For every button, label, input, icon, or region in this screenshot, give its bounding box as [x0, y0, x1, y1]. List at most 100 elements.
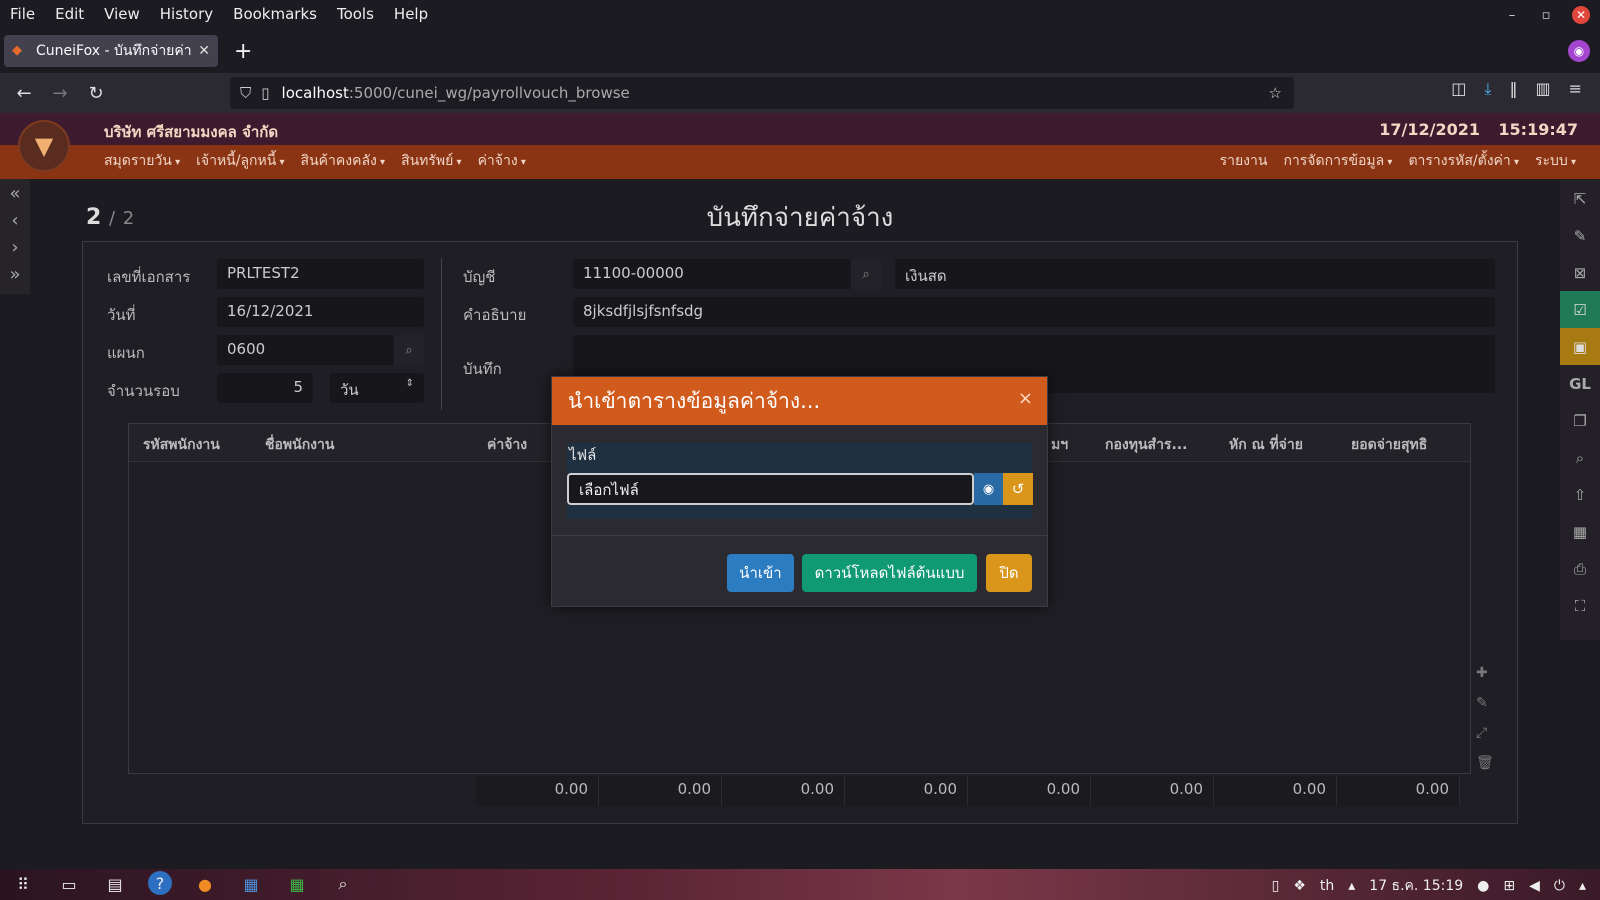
dept-field[interactable]: 0600 — [217, 335, 394, 365]
search-doc-icon[interactable]: ⌕ — [1560, 439, 1600, 476]
tray-up-icon[interactable]: ▴ — [1348, 878, 1355, 894]
last-record-icon[interactable]: » — [9, 264, 20, 285]
print-icon[interactable]: ⎙ — [1560, 550, 1600, 587]
menu-bookmarks[interactable]: Bookmarks — [223, 0, 327, 30]
date-field[interactable]: 16/12/2021 — [217, 297, 424, 327]
download-template-button[interactable]: ดาวน์โหลดไฟล์ต้นแบบ — [802, 554, 977, 592]
extension-mask-icon[interactable]: ◉ — [1568, 40, 1590, 62]
apps-grid-icon[interactable]: ⠿ — [10, 871, 36, 897]
menu-ap-ar[interactable]: เจ้าหนี้/ลูกหนี้ — [196, 150, 284, 172]
eye-icon[interactable]: ◉ — [974, 473, 1003, 505]
menu-payroll[interactable]: ค่าจ้าง — [478, 150, 526, 172]
firefox-icon[interactable]: ● — [192, 871, 218, 897]
table-icon[interactable]: ▦ — [1560, 513, 1600, 550]
library-icon[interactable]: ‖ — [1509, 79, 1517, 99]
close-button[interactable]: ปิด — [986, 554, 1032, 592]
file-picker-input[interactable]: เลือกไฟล์ — [567, 473, 974, 505]
taskbar: ⠿ ▭ ▤ ? ● ▦ ▦ ⌕ ▯ ❖ th ▴ 17 ธ.ค. 15:19 ●… — [0, 869, 1600, 900]
minimize-icon[interactable]: – — [1504, 7, 1520, 23]
mouse-icon[interactable]: ▯ — [1272, 878, 1280, 894]
delete-row-icon[interactable]: 🗑 — [1476, 755, 1494, 771]
close-tab-icon[interactable]: ✕ — [198, 43, 210, 59]
url-bar[interactable]: ⛉ ▯ localhost:5000/cunei_wg/payrollvouch… — [230, 77, 1294, 109]
menu-view[interactable]: View — [94, 0, 150, 30]
menu-file[interactable]: File — [0, 0, 45, 30]
menu-codes-settings[interactable]: ตารางรหัส/ตั้งค่า — [1408, 150, 1519, 172]
download-icon[interactable]: ⤓ — [1484, 79, 1491, 99]
menu-tools[interactable]: Tools — [327, 0, 384, 30]
cuneifox-logo[interactable]: ▼ — [18, 120, 70, 172]
gl-icon[interactable]: GL — [1560, 365, 1600, 402]
desc-field[interactable]: 8jksdfjlsjfsnfsdg — [573, 297, 1495, 327]
total-cell: 0.00 — [1214, 776, 1337, 806]
workspace-icon[interactable]: ▭ — [56, 871, 82, 897]
upload-icon[interactable]: ⇧ — [1560, 476, 1600, 513]
notification-dot-icon[interactable]: ● — [1477, 878, 1489, 894]
col-withholding-tax[interactable]: หัก ณ ที่จ่าย — [1229, 434, 1303, 456]
reload-icon[interactable]: ↻ — [78, 75, 114, 111]
bookmark-star-icon[interactable]: ☆ — [1269, 84, 1282, 102]
rounds-field[interactable]: 5 — [217, 373, 313, 403]
expand-row-icon[interactable]: ⤢ — [1476, 725, 1494, 741]
add-row-icon[interactable]: ✚ — [1476, 665, 1494, 681]
new-tab-icon[interactable]: + — [234, 39, 252, 64]
account-field[interactable]: 11100-00000 — [573, 259, 851, 289]
forward-icon[interactable]: → — [42, 75, 78, 111]
col-wage[interactable]: ค่าจ้าง — [487, 434, 527, 456]
document-viewer-icon[interactable]: ⌕ — [330, 871, 356, 897]
dept-search-icon[interactable]: ⌕ — [394, 335, 424, 365]
rounds-unit-select[interactable]: วัน ⇕ — [330, 373, 424, 403]
col-net-pay[interactable]: ยอดจ่ายสุทธิ — [1351, 434, 1427, 456]
input-language[interactable]: th — [1320, 878, 1334, 894]
close-window-icon[interactable]: ✕ — [1572, 6, 1590, 24]
save-icon[interactable]: ▣ — [1560, 328, 1600, 365]
dialog-close-icon[interactable]: × — [1018, 388, 1033, 409]
reset-icon[interactable]: ↺ — [1003, 473, 1033, 505]
import-button[interactable]: นำเข้า — [727, 554, 794, 592]
col-employee-name[interactable]: ชื่อพนักงาน — [265, 434, 334, 456]
menu-data-management[interactable]: การจัดการข้อมูล — [1283, 150, 1392, 172]
cancel-doc-icon[interactable]: ⊠ — [1560, 254, 1600, 291]
restore-icon[interactable]: ▫ — [1538, 7, 1554, 23]
help-icon[interactable]: ? — [148, 871, 172, 895]
menu-reports[interactable]: รายงาน — [1220, 150, 1268, 172]
doc-no-field[interactable]: PRLTEST2 — [217, 259, 424, 289]
power-icon[interactable]: ⏻ — [1554, 878, 1565, 894]
total-cell: 0.00 — [968, 776, 1091, 806]
rounds-label: จำนวนรอบ — [107, 382, 180, 400]
menu-journal[interactable]: สมุดรายวัน — [104, 150, 180, 172]
menu-help[interactable]: Help — [384, 0, 438, 30]
edit-row-icon[interactable]: ✎ — [1476, 695, 1494, 711]
shield-icon[interactable]: ⛉ — [240, 84, 251, 102]
volume-icon[interactable]: ◀ — [1529, 878, 1540, 894]
tab-bar: ◆ CuneiFox - บันทึกจ่ายค่าจ้า ✕ + ◉ — [0, 33, 1600, 71]
hamburger-menu-icon[interactable]: ≡ — [1569, 79, 1582, 99]
col-employee-code[interactable]: รหัสพนักงาน — [143, 434, 220, 456]
dropbox-icon[interactable]: ❖ — [1293, 878, 1306, 894]
col-provident-fund[interactable]: กองทุนสำร... — [1105, 434, 1187, 456]
header-date: 17/12/2021 — [1379, 120, 1480, 139]
expand-icon[interactable]: ⛶ — [1560, 587, 1600, 624]
company-name: บริษัท ศรีสยามมงคล จำกัด — [104, 123, 279, 141]
writer-icon[interactable]: ▦ — [238, 871, 264, 897]
tray-menu-icon[interactable]: ▴ — [1579, 878, 1586, 894]
calc-icon[interactable]: ▦ — [284, 871, 310, 897]
menu-history[interactable]: History — [150, 0, 223, 30]
files-icon[interactable]: ▤ — [102, 871, 128, 897]
copy-icon[interactable]: ❐ — [1560, 402, 1600, 439]
doc-no-label: เลขที่เอกสาร — [107, 268, 191, 286]
col-social-security[interactable]: มฯ — [1051, 434, 1068, 456]
menu-assets[interactable]: สินทรัพย์ — [401, 150, 462, 172]
network-icon[interactable]: ⊞ — [1503, 878, 1515, 894]
menu-system[interactable]: ระบบ — [1535, 150, 1576, 172]
menu-inventory[interactable]: สินค้าคงคลัง — [301, 150, 386, 172]
sidebar-icon[interactable]: ▥ — [1535, 79, 1550, 99]
back-icon[interactable]: ← — [6, 75, 42, 111]
pocket-icon[interactable]: ◫ — [1451, 79, 1466, 99]
browser-tab[interactable]: ◆ CuneiFox - บันทึกจ่ายค่าจ้า ✕ — [4, 35, 218, 67]
next-record-icon[interactable]: › — [11, 237, 18, 258]
menu-edit[interactable]: Edit — [45, 0, 94, 30]
account-search-icon[interactable]: ⌕ — [851, 259, 881, 289]
approve-icon[interactable]: ☑ — [1560, 291, 1600, 328]
clock[interactable]: 17 ธ.ค. 15:19 — [1369, 875, 1463, 897]
